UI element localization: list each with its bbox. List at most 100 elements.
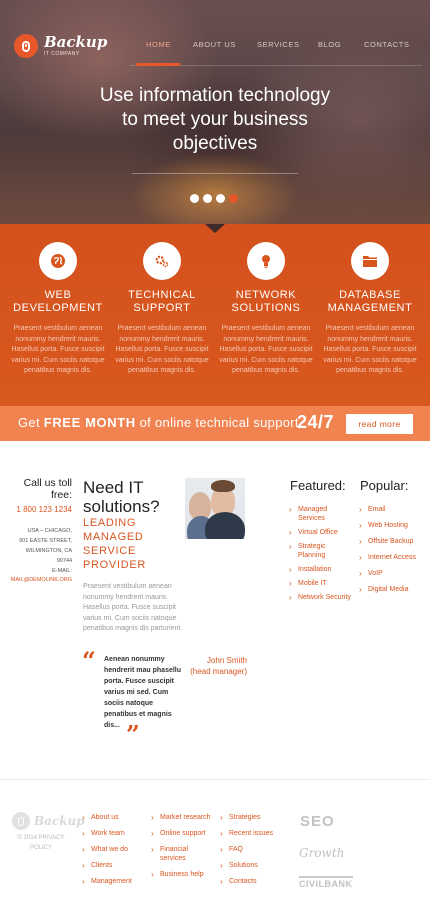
logo[interactable]: Backup IT COMPANY	[14, 34, 107, 58]
contact-phone[interactable]: 1 800 123 1234	[8, 505, 72, 514]
footer-links-col3: Strategies Recent issues FAQ Solutions C…	[220, 813, 292, 886]
address-line: USA – CHICAGO,	[27, 528, 72, 534]
popular-link[interactable]: Digital Media	[359, 585, 425, 594]
service-text: Praesent vestibulum aenean nonummy hendr…	[323, 325, 417, 374]
main-nav: HOME ABOUT US SERVICES BLOG CONTACTS	[130, 34, 422, 66]
service-text: Praesent vestibulum aenean nonummy hendr…	[219, 325, 313, 374]
footer-copyright[interactable]: © 2014 PRIVACY POLICY	[8, 833, 74, 853]
gears-icon[interactable]	[143, 242, 181, 280]
address-line: 90744	[56, 558, 72, 564]
popular-link[interactable]: Email	[359, 505, 425, 514]
slider-dot[interactable]	[190, 194, 199, 203]
testimonial-text: Aenean nonummy hendrerit mau phasellu po…	[104, 656, 182, 729]
slider-pagination	[190, 194, 238, 203]
service-network-solutions: NETWORK SOLUTIONS Praesent vestibulum aen…	[216, 242, 316, 377]
hero-title-line: to meet your business	[122, 109, 308, 130]
contact-email[interactable]: MAIL@DEMOLINK.ORG	[8, 577, 72, 583]
footer-link[interactable]: Solutions	[220, 861, 292, 870]
promo-prefix: Get	[18, 415, 40, 430]
service-database-management: DATABASE MANAGEMENT Praesent vestibulum a…	[320, 242, 420, 377]
promo-suffix: of online technical support	[139, 415, 299, 430]
footer-link[interactable]: What we do	[82, 845, 152, 854]
address-line: 901 EASTE STREET,	[19, 538, 72, 544]
hero-title-line: Use information technology	[99, 85, 331, 106]
nav-active-indicator	[136, 63, 180, 66]
footer-link[interactable]: Contacts	[220, 877, 292, 886]
footer-links-col2: Market research Online support Financial…	[151, 813, 213, 879]
service-title: NETWORK SOLUTIONS	[231, 289, 301, 314]
popular-link[interactable]: Internet Access	[359, 553, 425, 562]
footer-link[interactable]: Work team	[82, 829, 152, 838]
featured-link[interactable]: Network Security	[289, 593, 353, 602]
footer-link[interactable]: About us	[82, 813, 152, 822]
service-text: Praesent vestibulum aenean nonummy hendr…	[11, 325, 105, 374]
contact-block: Call us toll free: 1 800 123 1234 USA – …	[8, 477, 72, 583]
mouse-icon	[14, 34, 38, 58]
lightbulb-icon[interactable]	[247, 242, 285, 280]
service-title: TECHNICAL SUPPORT	[128, 289, 196, 314]
footer-logo[interactable]: Backup	[12, 812, 85, 830]
globe-icon[interactable]	[39, 242, 77, 280]
nav-blog[interactable]: BLOG	[318, 40, 341, 49]
popular-link[interactable]: Offsite Backup	[359, 537, 425, 546]
footer-link[interactable]: Clients	[82, 861, 152, 870]
footer-divider	[0, 779, 430, 780]
promo-hours: 24/7	[297, 412, 335, 432]
popular-title: Popular:	[360, 478, 409, 493]
address-line: WILMINGTON, CA	[25, 548, 72, 554]
nav-about-us[interactable]: ABOUT US	[193, 40, 236, 49]
promo-banner: Get FREE MONTH of online technical suppo…	[0, 406, 430, 441]
partner-logo-growth[interactable]: Growth	[299, 846, 344, 860]
nav-contacts[interactable]: CONTACTS	[364, 40, 410, 49]
featured-title: Featured:	[290, 478, 346, 493]
service-web-development: WEB DEVELOPMENT Praesent vestibulum aenea…	[8, 242, 108, 377]
page: Backup IT COMPANY HOME ABOUT US SERVICES…	[0, 0, 430, 900]
featured-link[interactable]: Mobile IT	[289, 579, 353, 588]
service-title: WEB DEVELOPMENT	[13, 289, 103, 314]
nav-home[interactable]: HOME	[146, 40, 171, 49]
intro-text: Praesent vestibulum aenean nonummy hendr…	[83, 583, 183, 632]
popular-link[interactable]: Web Hosting	[359, 521, 425, 530]
quote-close-icon: ”	[126, 720, 140, 749]
featured-list: Managed Services Virtual Office Strategi…	[289, 505, 353, 602]
promo-text: Get FREE MONTH of online technical suppo…	[18, 415, 299, 430]
hero-divider	[132, 173, 298, 174]
author-role: (head manager)	[190, 667, 247, 676]
author-name: John Smith	[206, 656, 247, 665]
footer-link[interactable]: Financial services	[151, 845, 213, 863]
logo-tagline: IT COMPANY	[44, 51, 80, 57]
slider-dot[interactable]	[216, 194, 225, 203]
services-section: WEB DEVELOPMENT Praesent vestibulum aenea…	[0, 224, 430, 406]
footer-link[interactable]: Online support	[151, 829, 213, 838]
footer-link[interactable]: Market research	[151, 813, 213, 822]
slider-dot-active[interactable]	[229, 194, 238, 203]
hero-title: Use information technology to meet your …	[60, 84, 370, 156]
testimonial-author: John Smith (head manager)	[183, 655, 247, 677]
footer-logo-name: Backup	[34, 814, 85, 828]
partner-logo-civilbank[interactable]: CIVILBANK	[299, 876, 353, 889]
footer-link[interactable]: FAQ	[220, 845, 292, 854]
popular-list: Email Web Hosting Offsite Backup Interne…	[359, 505, 425, 594]
logo-name: Backup	[44, 33, 108, 51]
featured-link[interactable]: Managed Services	[289, 505, 353, 523]
footer-link[interactable]: Recent issues	[220, 829, 292, 838]
nav-services[interactable]: SERVICES	[257, 40, 300, 49]
promo-highlight: FREE MONTH	[43, 415, 136, 430]
service-technical-support: TECHNICAL SUPPORT Praesent vestibulum aen…	[112, 242, 212, 377]
popular-link[interactable]: VoIP	[359, 569, 425, 578]
featured-link[interactable]: Virtual Office	[289, 528, 353, 537]
folder-icon[interactable]	[351, 242, 389, 280]
read-more-button[interactable]: read more	[346, 414, 413, 434]
partner-logo-seo[interactable]: SEO	[300, 813, 335, 830]
footer-link[interactable]: Management	[82, 877, 152, 886]
footer-link[interactable]: Strategies	[220, 813, 292, 822]
featured-link[interactable]: Installation	[289, 565, 353, 574]
featured-link[interactable]: Strategic Planning	[289, 542, 353, 560]
hero-section: Backup IT COMPANY HOME ABOUT US SERVICES…	[0, 0, 430, 224]
contact-address: USA – CHICAGO, 901 EASTE STREET, WILMING…	[8, 526, 72, 576]
service-title: DATABASE MANAGEMENT	[327, 289, 413, 314]
hero-title-line: objectives	[172, 133, 258, 154]
footer-link[interactable]: Business help	[151, 870, 213, 879]
contact-title: Call us toll free:	[23, 477, 72, 501]
slider-dot[interactable]	[203, 194, 212, 203]
